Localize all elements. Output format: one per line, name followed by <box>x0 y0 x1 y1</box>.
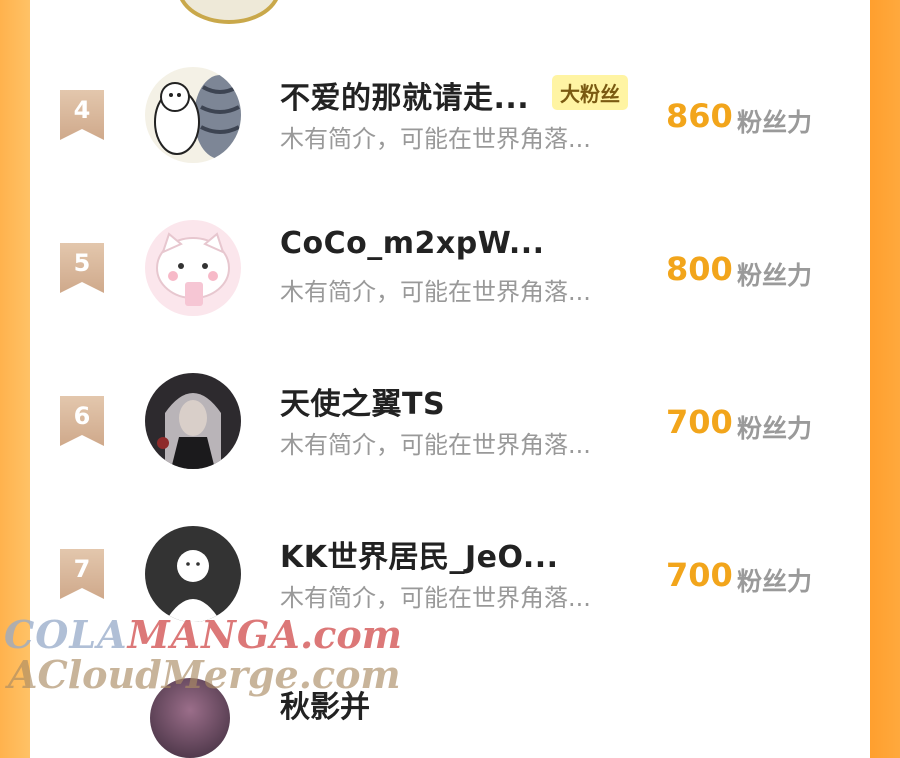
user-name[interactable]: KK世界居民_JeO... <box>280 532 559 576</box>
rank-ribbon: 5 <box>60 243 104 293</box>
user-name[interactable]: 不爱的那就请走... <box>280 73 529 117</box>
leaderboard-row[interactable]: 6 天使之翼TS 木有简介，可能在世界角落... 700 粉丝力 <box>30 361 870 481</box>
leaderboard-row[interactable]: 4 不爱的那就请走... 大粉丝 木有简介，可能在世界角落... 860 粉丝力 <box>30 55 870 175</box>
fan-power-score: 700 <box>666 403 733 441</box>
user-intro: 木有简介，可能在世界角落... <box>280 431 591 459</box>
avatar[interactable] <box>145 67 241 163</box>
user-name[interactable]: 天使之翼TS <box>280 379 445 423</box>
user-intro: 木有简介，可能在世界角落... <box>280 584 591 612</box>
big-fan-badge: 大粉丝 <box>552 75 628 110</box>
watermark-acloudmerge: ACloudMerge.com <box>8 652 401 697</box>
fan-power-unit: 粉丝力 <box>737 414 813 443</box>
rank-ribbon: 6 <box>60 396 104 446</box>
avatar[interactable] <box>145 373 241 469</box>
avatar[interactable] <box>145 220 241 316</box>
avatar-partial-top[interactable] <box>177 0 281 24</box>
rank-ribbon: 7 <box>60 549 104 599</box>
watermark-manga: MANGA <box>127 612 301 657</box>
fan-power-unit: 粉丝力 <box>737 108 813 137</box>
fan-power-score: 700 <box>666 556 733 594</box>
avatar-cat-with-fish-icon <box>145 67 241 163</box>
watermark-cola: COLA <box>4 612 128 657</box>
leaderboard-row[interactable]: 5 CoCo_m2xpW... 木有简介，可能在世界角落... 800 粉丝力 <box>30 208 870 328</box>
avatar-dark-portrait-icon <box>145 373 241 469</box>
fan-power-score: 800 <box>666 250 733 288</box>
avatar[interactable] <box>145 526 241 622</box>
fan-power-unit: 粉丝力 <box>737 567 813 596</box>
avatar-pink-cat-icon <box>145 220 241 316</box>
watermark-dotcom: .com <box>300 612 402 657</box>
fan-power-unit: 粉丝力 <box>737 261 813 290</box>
rank-ribbon: 4 <box>60 90 104 140</box>
user-intro: 木有简介，可能在世界角落... <box>280 125 591 153</box>
fan-leaderboard-card: 4 不爱的那就请走... 大粉丝 木有简介，可能在世界角落... 860 粉丝力… <box>30 0 870 758</box>
default-user-avatar-icon <box>145 526 241 622</box>
fan-power-score: 860 <box>666 97 733 135</box>
user-name[interactable]: CoCo_m2xpW... <box>280 226 545 261</box>
user-intro: 木有简介，可能在世界角落... <box>280 278 591 306</box>
watermark-colamanga: COLAMANGA <box>4 612 301 657</box>
